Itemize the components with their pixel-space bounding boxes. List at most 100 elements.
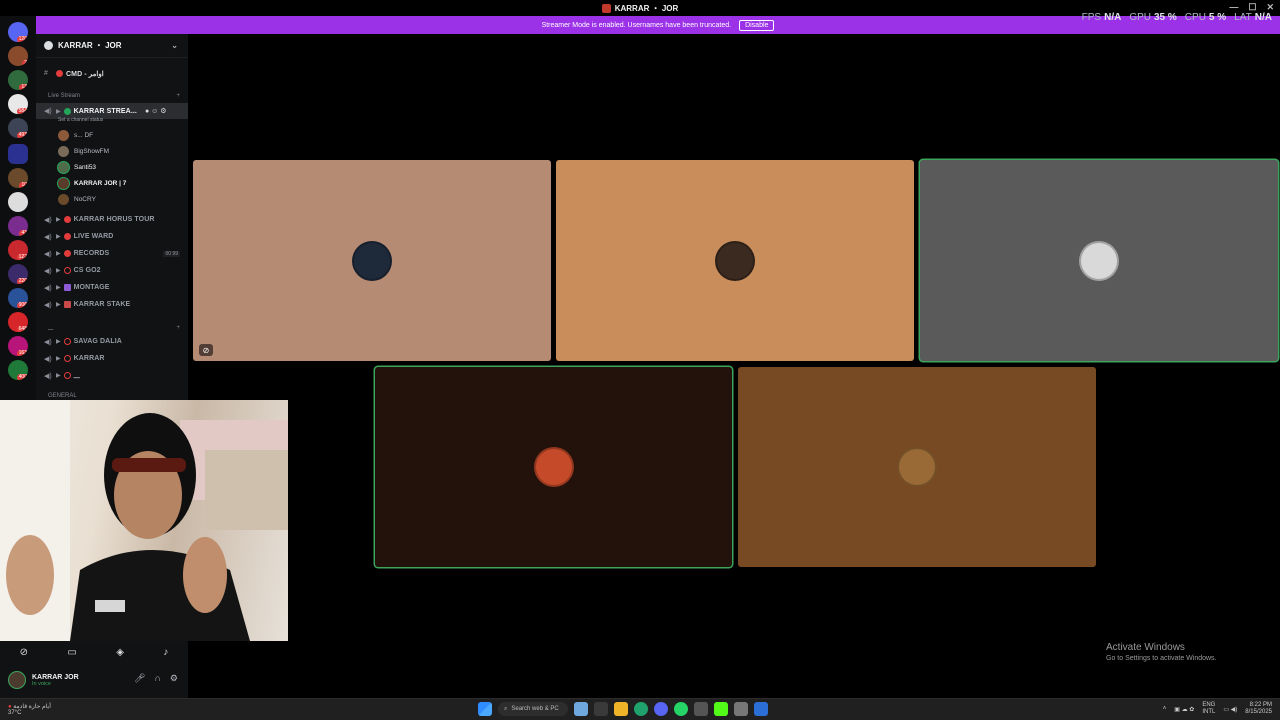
- home-server-icon[interactable]: 120: [8, 22, 28, 42]
- server-icon[interactable]: 906: [8, 288, 28, 308]
- triangle-icon: ▶: [56, 356, 61, 362]
- headphones-icon[interactable]: ∩: [154, 673, 160, 684]
- circle-icon: [63, 267, 71, 274]
- server-rail: 120 2 13 584 493 10 43 122 220 906 648 1…: [0, 16, 36, 400]
- voice-channel[interactable]: ◀) ▶ ـــ: [36, 368, 188, 383]
- voice-channel[interactable]: ◀) ▶ RECORDS 00 99: [36, 246, 188, 261]
- hash-icon: #: [44, 70, 48, 77]
- participant-tile[interactable]: [738, 367, 1096, 567]
- server-icon[interactable]: 163: [8, 336, 28, 356]
- add-channel-icon[interactable]: +: [176, 325, 180, 331]
- whatsapp-icon[interactable]: [674, 702, 688, 716]
- folder-icon[interactable]: [8, 144, 28, 164]
- app-icon[interactable]: [754, 702, 768, 716]
- channel-label: KARRAR HORUS TOUR: [73, 216, 155, 223]
- voice-channel[interactable]: ◀) ▶ CS GO2: [36, 263, 188, 278]
- speaker-icon: ◀): [44, 250, 52, 258]
- watermark-subtitle: Go to Settings to activate Windows.: [1106, 655, 1217, 662]
- speaker-icon: ◀): [44, 284, 52, 292]
- server-icon[interactable]: 648: [8, 312, 28, 332]
- participant-tile[interactable]: [375, 367, 732, 567]
- circle-icon: [63, 338, 71, 345]
- microphone-icon[interactable]: 🎤︎: [134, 673, 145, 684]
- channel-actions-icon[interactable]: ● ☺ ⚙: [145, 107, 167, 115]
- weather-widget[interactable]: ● أيام حارة قادمة 37°C: [8, 703, 51, 716]
- channel-label: MONTAGE: [73, 284, 110, 291]
- hud-fps: FPS N/A: [1081, 12, 1122, 23]
- speaker-icon: ◀): [44, 355, 52, 363]
- current-user[interactable]: KARRAR JOR In voice: [8, 671, 79, 689]
- category-live-stream[interactable]: Live Stream +: [36, 90, 188, 102]
- category-general[interactable]: GENERAL: [36, 390, 188, 400]
- speaker-icon: ◀): [44, 301, 52, 309]
- webcam-overlay: [0, 400, 288, 641]
- voice-user[interactable]: KARRAR JOR | 7: [58, 176, 126, 191]
- voice-user[interactable]: BigShowFM: [58, 144, 109, 159]
- camera-off-icon[interactable]: ⊘: [20, 647, 28, 658]
- voice-user[interactable]: Santi53: [58, 160, 96, 175]
- kick-icon[interactable]: [714, 702, 728, 716]
- network-volume-icons[interactable]: ▭ ◀): [1223, 706, 1237, 713]
- activities-icon[interactable]: ◈: [116, 647, 124, 658]
- voice-user[interactable]: s... DF: [58, 128, 93, 143]
- guild-header[interactable]: KARRAR ・ JOR ⌄: [36, 34, 188, 58]
- server-icon[interactable]: 13: [8, 70, 28, 90]
- clock[interactable]: 8:22 PM 8/15/2025: [1245, 702, 1272, 716]
- avatar: [897, 447, 937, 487]
- voice-user[interactable]: NoCRY: [58, 192, 96, 207]
- avatar: [58, 194, 69, 205]
- voice-channel[interactable]: ◀) ▶ LIVE WARD: [36, 229, 188, 244]
- watermark-title: Activate Windows: [1106, 642, 1185, 653]
- calculator-icon[interactable]: [694, 702, 708, 716]
- category-second[interactable]: ـــ +: [36, 322, 188, 334]
- disable-streamer-mode-button[interactable]: Disable: [739, 19, 775, 31]
- muted-mic-icon: ⊘: [199, 344, 213, 356]
- edge-icon[interactable]: [634, 702, 648, 716]
- channel-status-label: Set a channel status: [58, 117, 104, 123]
- system-tray: ˄ ▣ ☁ ✿ ENG INTL ▭ ◀) 8:22 PM 8/15/2025: [1163, 702, 1272, 716]
- category-label: GENERAL: [48, 393, 77, 399]
- voice-channel[interactable]: ◀) ▶ MONTAGE: [36, 280, 188, 295]
- search-box[interactable]: ⌕ Search web & PC: [498, 702, 568, 716]
- participant-tile[interactable]: [556, 160, 914, 361]
- participant-tile[interactable]: [920, 160, 1278, 361]
- server-icon[interactable]: 400: [8, 360, 28, 380]
- language-indicator[interactable]: ENG INTL: [1202, 702, 1215, 716]
- server-icon[interactable]: 220: [8, 264, 28, 284]
- participant-tile[interactable]: ⊘: [193, 160, 551, 361]
- hud-gpu: GPU 35 %: [1129, 12, 1177, 23]
- gear-icon[interactable]: ⚙: [170, 673, 178, 684]
- voice-user-name: Santi53: [74, 164, 97, 171]
- voice-channel[interactable]: ◀) ▶ SAVAG DALIA: [36, 334, 188, 349]
- widgets-icon[interactable]: [574, 702, 588, 716]
- server-icon[interactable]: 10: [8, 168, 28, 188]
- channel-sidebar: KARRAR ・ JOR ⌄ # CMD - اوامر Live Stream…: [36, 34, 188, 400]
- server-icon[interactable]: 2: [8, 46, 28, 66]
- server-icon[interactable]: 43: [8, 216, 28, 236]
- settings-icon[interactable]: [734, 702, 748, 716]
- channel-status[interactable]: Set a channel status: [36, 115, 188, 125]
- discord-icon[interactable]: [654, 702, 668, 716]
- search-placeholder: Search web & PC: [511, 706, 559, 712]
- server-icon[interactable]: 584: [8, 94, 28, 114]
- avatar: [715, 240, 755, 281]
- server-icon[interactable]: [8, 192, 28, 212]
- triangle-icon: ▶: [56, 373, 61, 379]
- soundboard-icon[interactable]: ♪: [163, 647, 168, 658]
- voice-channel[interactable]: ◀) ▶ KARRAR STAKE: [36, 297, 188, 312]
- app-logo-icon: [601, 3, 611, 13]
- tray-icons[interactable]: ▣ ☁ ✿: [1174, 706, 1194, 713]
- no-entry-icon: [63, 250, 71, 257]
- server-icon[interactable]: 122: [8, 240, 28, 260]
- add-channel-icon[interactable]: +: [176, 93, 180, 99]
- chevron-up-icon[interactable]: ˄: [1163, 706, 1167, 712]
- text-channel-cmd[interactable]: # CMD - اوامر: [36, 66, 188, 81]
- voice-channel[interactable]: ◀) ▶ KARRAR HORUS TOUR: [36, 212, 188, 227]
- task-view-icon[interactable]: [594, 702, 608, 716]
- server-icon[interactable]: 493: [8, 118, 28, 138]
- file-explorer-icon[interactable]: [614, 702, 628, 716]
- speaker-icon: ◀): [44, 372, 52, 380]
- screen-share-icon[interactable]: ▭: [67, 647, 76, 658]
- voice-channel[interactable]: ◀) ▶ KARRAR: [36, 351, 188, 366]
- start-button-icon[interactable]: [478, 702, 492, 716]
